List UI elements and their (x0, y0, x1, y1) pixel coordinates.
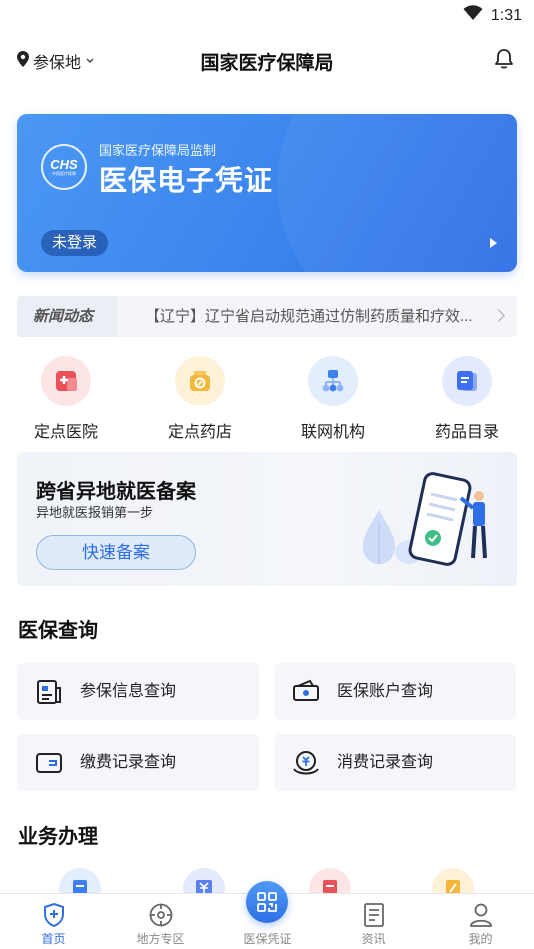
chs-logo: CHS 中国医疗保障 (41, 144, 87, 190)
query-section-title: 医保查询 (18, 620, 98, 642)
card-subtitle: 国家医疗保障局监制 (99, 143, 217, 158)
hospital-icon (41, 356, 91, 406)
drug-catalog-icon (442, 356, 492, 406)
local-area-icon (148, 902, 174, 933)
card-title: 医保电子凭证 (99, 165, 274, 196)
business-item-icon[interactable] (183, 868, 225, 896)
quick-link-drug-catalog[interactable]: 药品目录 (417, 356, 517, 442)
insurance-info-query-button[interactable]: 参保信息查询 (17, 663, 259, 720)
tab-home[interactable]: 首页 (0, 894, 107, 949)
quick-links: 定点医院 定点药店 联网机构 药品目录 (0, 356, 534, 446)
profile-icon (469, 902, 493, 933)
insurance-info-icon (35, 678, 63, 711)
pharmacy-icon (175, 356, 225, 406)
payment-record-query-button[interactable]: 缴费记录查询 (17, 734, 259, 791)
news-label: 新闻动态 (17, 296, 117, 337)
business-section-title: 业务办理 (18, 826, 98, 848)
insurance-voucher-card[interactable]: CHS 中国医疗保障 国家医疗保障局监制 医保电子凭证 未登录 (17, 114, 517, 272)
phone-illustration-icon (357, 470, 497, 575)
wallet-icon (35, 749, 63, 782)
network-icon (308, 356, 358, 406)
news-text[interactable]: 【辽宁】辽宁省启动规范通过仿制药质量和疗效... (145, 296, 480, 337)
play-arrow-icon[interactable] (490, 238, 497, 248)
page-title: 国家医疗保障局 (200, 53, 334, 74)
quick-link-network[interactable]: 联网机构 (283, 356, 383, 442)
account-icon (292, 678, 320, 711)
business-item-icon[interactable] (59, 868, 101, 896)
banner-subtitle: 异地就医报销第一步 (36, 505, 154, 520)
account-query-button[interactable]: 医保账户查询 (274, 663, 516, 720)
chevron-right-icon[interactable] (492, 309, 505, 322)
consumption-record-query-button[interactable]: 消费记录查询 (274, 734, 516, 791)
banner-title: 跨省异地就医备案 (36, 481, 196, 503)
consumption-icon (292, 749, 320, 782)
tab-local-area[interactable]: 地方专区 (107, 894, 214, 949)
tab-news[interactable]: 资讯 (320, 894, 427, 949)
qr-code-icon[interactable] (246, 881, 288, 923)
app-header: 参保地 国家医疗保障局 (0, 40, 534, 80)
bell-icon[interactable] (494, 48, 514, 75)
news-icon (363, 902, 385, 933)
quick-filing-button[interactable]: 快速备案 (36, 535, 196, 570)
business-item-icon[interactable] (432, 868, 474, 896)
cross-province-banner[interactable]: 跨省异地就医备案 异地就医报销第一步 快速备案 (17, 452, 517, 586)
wifi-icon (463, 5, 483, 26)
status-bar: 1:31 (0, 0, 534, 30)
quick-link-pharmacy[interactable]: 定点药店 (150, 356, 250, 442)
quick-link-hospital[interactable]: 定点医院 (16, 356, 116, 442)
login-status-button[interactable]: 未登录 (41, 230, 109, 256)
business-item-icon[interactable] (309, 868, 351, 896)
status-time: 1:31 (490, 6, 522, 24)
news-ticker[interactable]: 新闻动态 【辽宁】辽宁省启动规范通过仿制药质量和疗效... (17, 296, 517, 337)
tab-profile[interactable]: 我的 (427, 894, 534, 949)
home-shield-icon (42, 902, 66, 933)
